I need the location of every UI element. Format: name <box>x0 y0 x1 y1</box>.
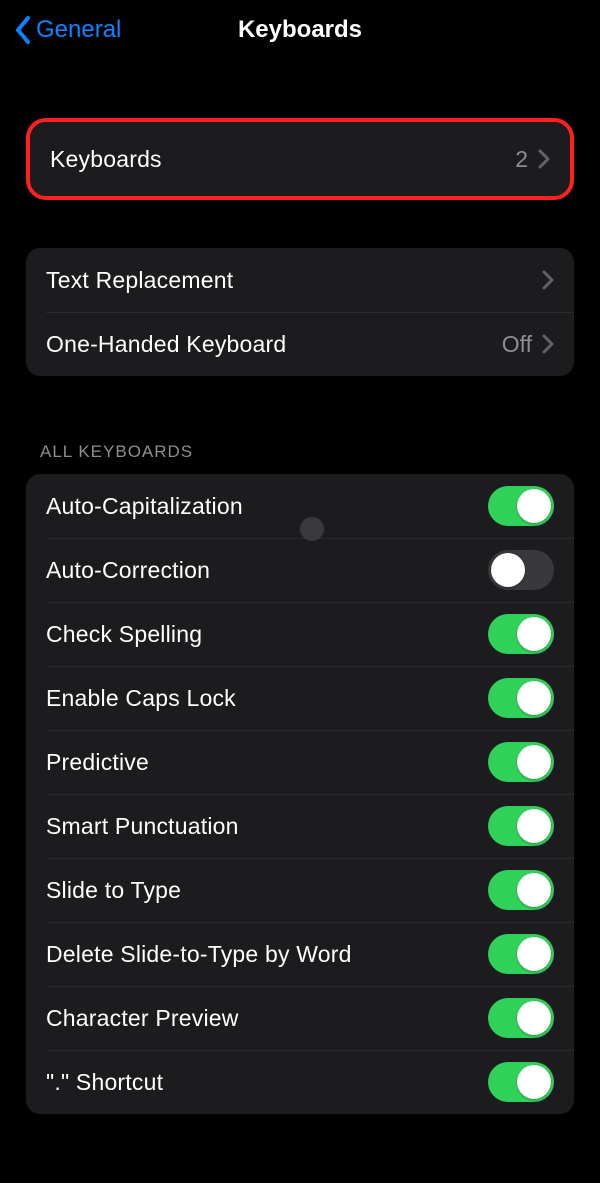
toggle-switch[interactable] <box>488 614 554 654</box>
one-handed-label: One-Handed Keyboard <box>46 331 502 358</box>
nav-header: General Keyboards <box>0 0 600 60</box>
toggle-knob <box>517 937 551 971</box>
keyboards-label: Keyboards <box>50 146 515 173</box>
toggle-knob <box>517 745 551 779</box>
toggle-knob <box>517 681 551 715</box>
text-replacement-label: Text Replacement <box>46 267 542 294</box>
toggle-knob <box>517 489 551 523</box>
back-label: General <box>36 16 121 44</box>
toggle-switch[interactable] <box>488 550 554 590</box>
chevron-right-icon <box>542 270 554 290</box>
toggle-row: Slide to Type <box>26 858 574 922</box>
toggle-switch[interactable] <box>488 486 554 526</box>
keyboards-count: 2 <box>515 146 528 173</box>
toggle-row: Enable Caps Lock <box>26 666 574 730</box>
toggle-row: Character Preview <box>26 986 574 1050</box>
toggle-label: Character Preview <box>46 1005 488 1032</box>
toggle-row: Delete Slide-to-Type by Word <box>26 922 574 986</box>
chevron-left-icon <box>14 15 32 45</box>
toggle-row: Auto-Correction <box>26 538 574 602</box>
toggle-switch[interactable] <box>488 678 554 718</box>
chevron-right-icon <box>538 149 550 169</box>
toggle-knob <box>517 1001 551 1035</box>
toggle-knob <box>491 553 525 587</box>
toggle-label: Enable Caps Lock <box>46 685 488 712</box>
toggle-switch[interactable] <box>488 1062 554 1102</box>
toggle-label: Slide to Type <box>46 877 488 904</box>
toggle-label: Delete Slide-to-Type by Word <box>46 941 488 968</box>
one-handed-value: Off <box>502 331 532 358</box>
text-replacement-row[interactable]: Text Replacement <box>26 248 574 312</box>
toggle-label: Predictive <box>46 749 488 776</box>
toggle-row: Smart Punctuation <box>26 794 574 858</box>
page-title: Keyboards <box>238 16 362 44</box>
toggle-label: Auto-Capitalization <box>46 493 488 520</box>
chevron-right-icon <box>542 334 554 354</box>
toggle-label: Auto-Correction <box>46 557 488 584</box>
one-handed-row[interactable]: One-Handed Keyboard Off <box>26 312 574 376</box>
toggle-knob <box>517 809 551 843</box>
toggle-row: Predictive <box>26 730 574 794</box>
toggle-switch[interactable] <box>488 998 554 1038</box>
toggle-switch[interactable] <box>488 742 554 782</box>
keyboards-group: Keyboards 2 <box>26 118 574 200</box>
text-group: Text Replacement One-Handed Keyboard Off <box>26 248 574 376</box>
toggle-switch[interactable] <box>488 934 554 974</box>
toggle-switch[interactable] <box>488 870 554 910</box>
toggle-label: Smart Punctuation <box>46 813 488 840</box>
all-keyboards-header: ALL KEYBOARDS <box>26 376 574 474</box>
keyboards-row[interactable]: Keyboards 2 <box>30 122 570 196</box>
toggle-row: Check Spelling <box>26 602 574 666</box>
toggle-row: Auto-Capitalization <box>26 474 574 538</box>
back-button[interactable]: General <box>14 15 121 45</box>
toggle-knob <box>517 873 551 907</box>
toggle-knob <box>517 617 551 651</box>
toggles-group: Auto-Capitalization Auto-Correction Check … <box>26 474 574 1114</box>
toggle-switch[interactable] <box>488 806 554 846</box>
toggle-label: Check Spelling <box>46 621 488 648</box>
toggle-row: "." Shortcut <box>26 1050 574 1114</box>
toggle-knob <box>517 1065 551 1099</box>
toggle-label: "." Shortcut <box>46 1069 488 1096</box>
